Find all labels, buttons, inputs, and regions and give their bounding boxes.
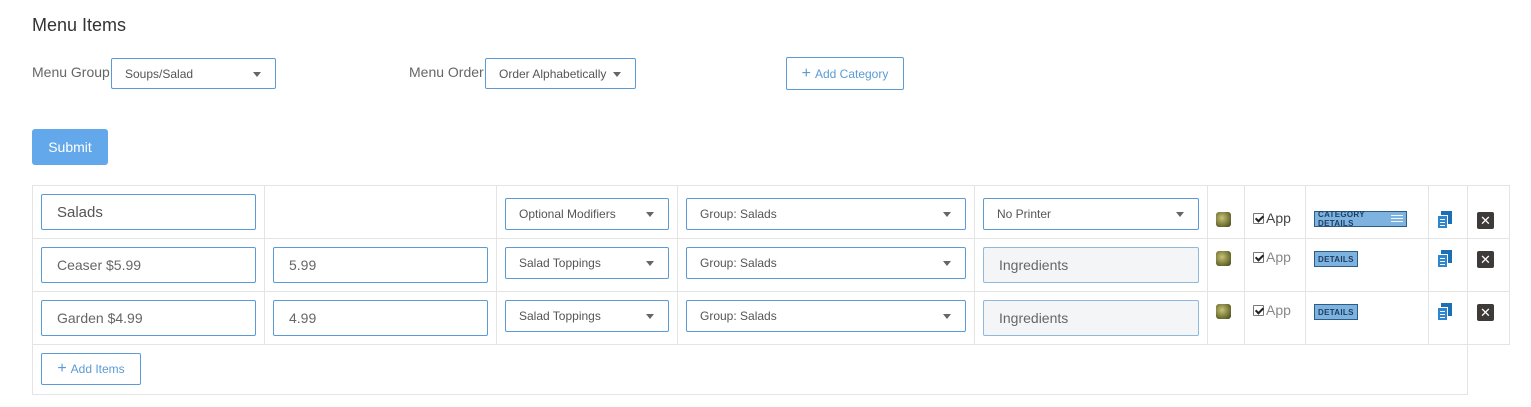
col-divider [1509, 185, 1510, 345]
category-modifiers-select[interactable]: Optional Modifiers [505, 198, 669, 230]
col-divider [32, 185, 33, 395]
item-app-checkbox[interactable]: App [1253, 249, 1291, 265]
chevron-down-icon [1176, 212, 1184, 217]
item-group-select[interactable]: Group: Salads [686, 300, 966, 332]
chevron-down-icon [646, 314, 654, 319]
item-details-button[interactable]: DETAILS [1314, 304, 1358, 320]
copy-icon[interactable] [1437, 303, 1455, 321]
app-label: App [1266, 210, 1291, 226]
item-group-select[interactable]: Group: Salads [686, 247, 966, 279]
menu-order-select[interactable]: Order Alphabetically [485, 58, 636, 89]
plus-icon: + [57, 360, 67, 377]
printer-value: No Printer [997, 207, 1052, 221]
menu-order-label: Menu Order [409, 64, 484, 80]
col-divider [974, 185, 975, 345]
item-details-label: DETAILS [1318, 307, 1354, 317]
item-details-button[interactable]: DETAILS [1314, 251, 1358, 267]
printer-select[interactable]: No Printer [983, 198, 1199, 230]
checkbox-checked-icon [1253, 304, 1264, 316]
item-group-value: Group: Salads [700, 256, 777, 270]
food-thumbnail-icon[interactable] [1216, 251, 1231, 266]
menu-group-select[interactable]: Soups/Salad [111, 58, 276, 89]
category-name-input[interactable]: Salads [41, 194, 256, 230]
app-label: App [1266, 249, 1291, 265]
food-thumbnail-icon[interactable] [1216, 304, 1231, 319]
page-title: Menu Items [32, 15, 127, 35]
category-group-select[interactable]: Group: Salads [686, 198, 966, 230]
col-divider [264, 185, 265, 345]
add-items-label: Add Items [70, 362, 125, 376]
chevron-down-icon [646, 261, 654, 266]
category-details-button[interactable]: CATEGORY DETAILS [1314, 210, 1407, 228]
col-divider [1244, 185, 1245, 345]
item-modifiers-value: Salad Toppings [519, 256, 601, 270]
item-price-input[interactable]: 5.99 [273, 247, 488, 283]
item-details-label: DETAILS [1318, 254, 1354, 264]
menu-order-value: Order Alphabetically [499, 66, 607, 81]
delete-icon[interactable]: ✕ [1477, 304, 1494, 321]
checkbox-checked-icon [1253, 212, 1264, 224]
item-group-value: Group: Salads [700, 309, 777, 323]
menu-items-table: Salads Optional Modifiers Group: Salads … [32, 185, 1510, 395]
item-name-input[interactable]: Garden $4.99 [41, 300, 256, 336]
item-modifiers-value: Salad Toppings [519, 309, 601, 323]
item-app-checkbox[interactable]: App [1253, 302, 1291, 318]
category-details-label: CATEGORY DETAILS [1318, 210, 1365, 228]
row-divider [32, 344, 1510, 345]
row-divider [32, 185, 1510, 186]
item-price-input[interactable]: 4.99 [273, 300, 488, 336]
delete-icon[interactable]: ✕ [1477, 251, 1494, 268]
item-modifiers-select[interactable]: Salad Toppings [505, 300, 669, 332]
chevron-down-icon [613, 71, 621, 77]
ingredients-input[interactable]: Ingredients [983, 300, 1199, 336]
row-divider [32, 238, 1510, 239]
add-category-button[interactable]: + Add Category [786, 57, 904, 90]
food-thumbnail-icon[interactable] [1216, 212, 1231, 227]
col-divider [496, 185, 497, 345]
copy-icon[interactable] [1437, 211, 1455, 229]
delete-icon[interactable]: ✕ [1477, 212, 1494, 229]
col-divider [1207, 185, 1208, 345]
add-category-label: Add Category [814, 66, 889, 81]
app-label: App [1266, 302, 1291, 318]
list-lines-icon [1391, 215, 1403, 223]
chevron-down-icon [943, 261, 951, 266]
add-items-button[interactable]: + Add Items [41, 353, 141, 385]
col-divider [1428, 185, 1429, 345]
chevron-down-icon [646, 212, 654, 217]
row-divider [32, 291, 1510, 292]
category-modifiers-value: Optional Modifiers [519, 207, 616, 221]
plus-icon: + [801, 64, 811, 82]
chevron-down-icon [253, 71, 261, 77]
chevron-down-icon [943, 212, 951, 217]
menu-group-value: Soups/Salad [125, 66, 194, 81]
checkbox-checked-icon [1253, 251, 1264, 263]
col-divider [1467, 185, 1468, 395]
col-divider [1305, 185, 1306, 345]
copy-icon[interactable] [1437, 250, 1455, 268]
category-app-checkbox[interactable]: App [1253, 210, 1291, 226]
ingredients-input[interactable]: Ingredients [983, 247, 1199, 283]
item-name-input[interactable]: Ceaser $5.99 [41, 247, 256, 283]
col-divider [677, 185, 678, 345]
chevron-down-icon [943, 314, 951, 319]
category-group-value: Group: Salads [700, 207, 777, 221]
row-divider [32, 394, 1468, 395]
item-modifiers-select[interactable]: Salad Toppings [505, 247, 669, 279]
menu-group-label: Menu Group [32, 64, 110, 80]
submit-button[interactable]: Submit [32, 129, 108, 165]
